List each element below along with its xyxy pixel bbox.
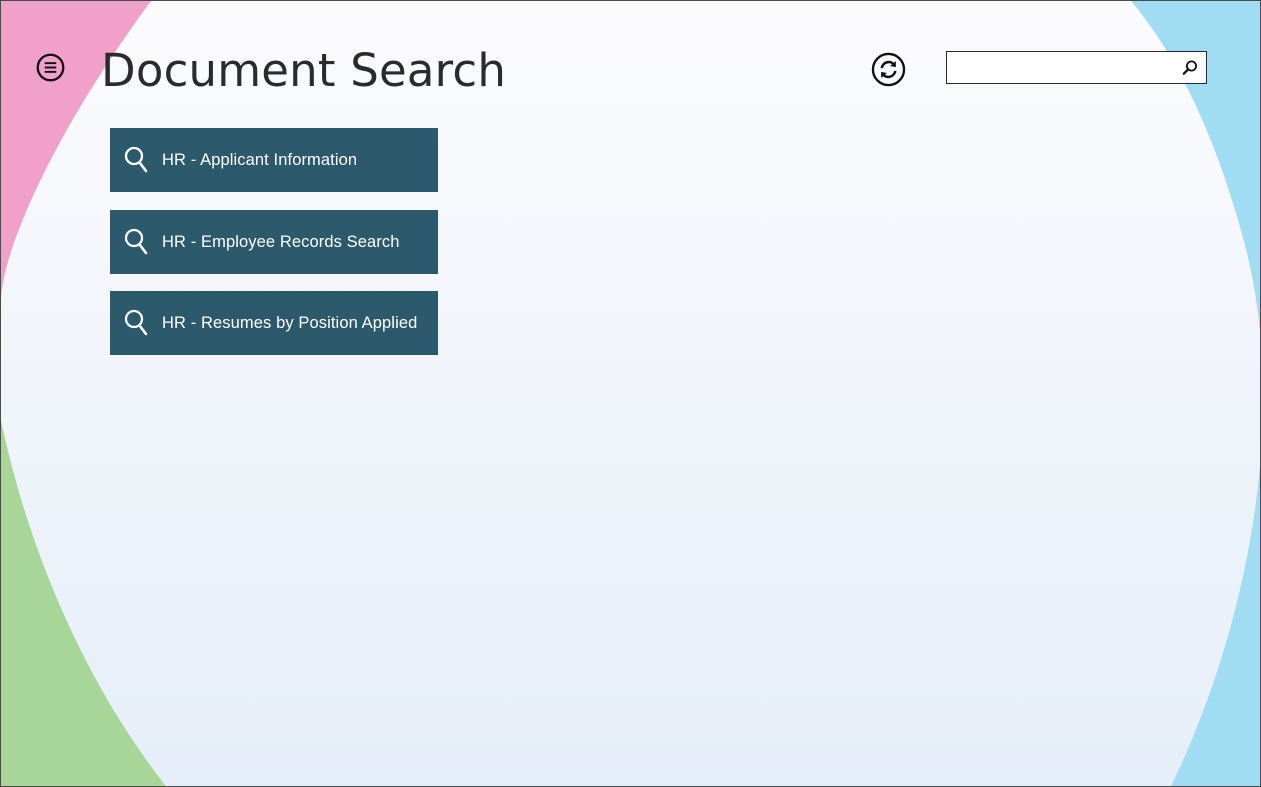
app-window: Document Search HR - Applicant Informati… (0, 0, 1261, 787)
search-icon (1182, 60, 1197, 75)
search-tile-label: HR - Employee Records Search (162, 232, 400, 251)
search-icon (124, 228, 148, 255)
search-icon (124, 309, 148, 336)
hamburger-circle-icon (36, 53, 65, 82)
refresh-circle-icon (871, 52, 906, 87)
search-tile-label: HR - Resumes by Position Applied (162, 313, 418, 332)
decorative-background (1, 1, 1260, 786)
search-submit-button[interactable] (1180, 58, 1200, 78)
search-tile-employee-records[interactable]: HR - Employee Records Search (110, 210, 438, 274)
menu-button[interactable] (36, 53, 65, 82)
search-tile-label: HR - Applicant Information (162, 150, 358, 169)
page-title: Document Search (101, 44, 507, 97)
search-tile-applicant-information[interactable]: HR - Applicant Information (110, 128, 438, 192)
search-icon (124, 146, 148, 173)
search-box (946, 51, 1207, 84)
search-input[interactable] (951, 55, 1175, 82)
refresh-button[interactable] (871, 52, 906, 87)
search-tile-resumes-by-position[interactable]: HR - Resumes by Position Applied (110, 291, 438, 355)
